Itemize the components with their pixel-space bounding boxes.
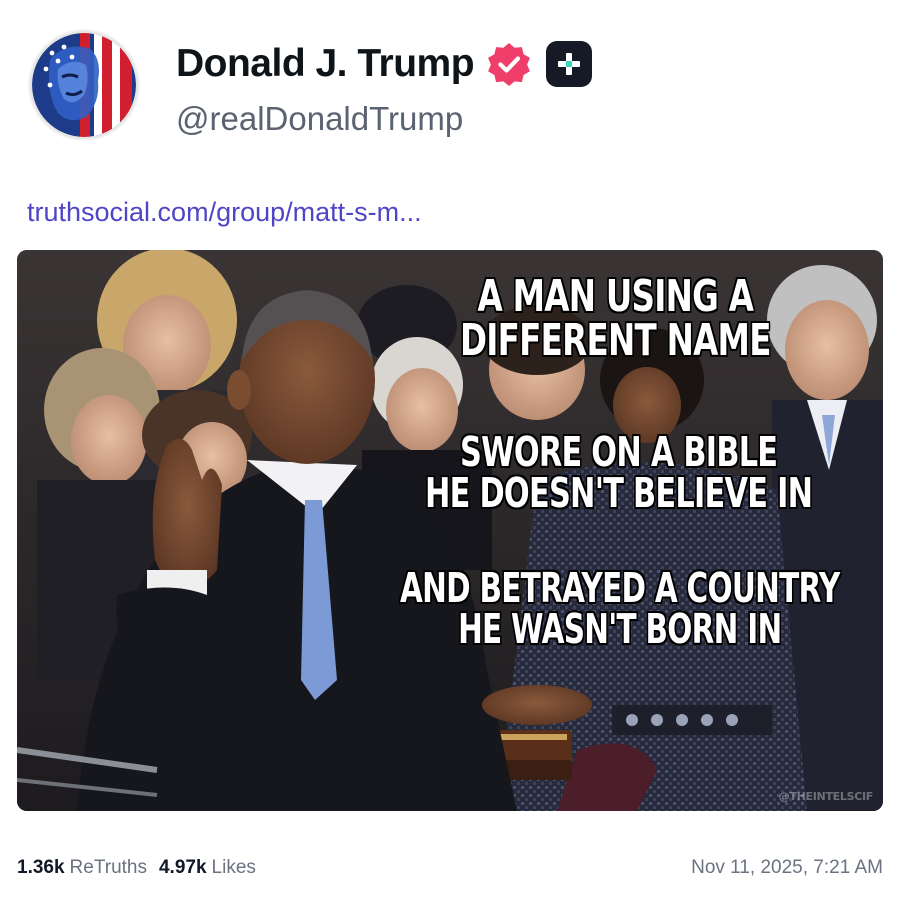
post-timestamp[interactable]: Nov 11, 2025, 7:21 AM bbox=[691, 857, 883, 879]
meme-caption-3-line-2: HE WASN'T BORN IN bbox=[458, 605, 782, 653]
retruths-label: ReTruths bbox=[69, 857, 147, 878]
truth-plus-icon bbox=[546, 41, 593, 87]
meme-caption-1-line-1: A MAN USING A bbox=[477, 271, 754, 322]
likes-stat[interactable]: 4.97k Likes bbox=[159, 857, 256, 879]
meme-caption-2-line-1: SWORE ON A BIBLE bbox=[459, 428, 778, 476]
truth-post: Donald J. Trump @realDonaldTrump truthso… bbox=[0, 0, 900, 900]
avatar[interactable] bbox=[28, 29, 140, 141]
image-watermark: @THEINTELSCIF bbox=[778, 790, 874, 803]
retruths-count: 1.36k bbox=[17, 857, 65, 878]
verified-badge-icon bbox=[488, 43, 530, 86]
meme-caption-1-line-2: DIFFERENT NAME bbox=[460, 315, 771, 366]
author-name-row: Donald J. Trump bbox=[176, 40, 593, 88]
meme-caption-3-line-1: AND BETRAYED A COUNTRY bbox=[400, 564, 840, 612]
display-name[interactable]: Donald J. Trump bbox=[176, 42, 475, 86]
post-image[interactable]: A MAN USING A DIFFERENT NAME SWORE ON A … bbox=[17, 250, 883, 811]
likes-count: 4.97k bbox=[158, 857, 207, 878]
avatar-image bbox=[28, 29, 140, 141]
meme-caption-2: SWORE ON A BIBLE HE DOESN'T BELIEVE IN bbox=[425, 428, 813, 517]
meme-caption-1: A MAN USING A DIFFERENT NAME bbox=[460, 275, 771, 363]
meme-caption-3: AND BETRAYED A COUNTRY HE WASN'T BORN IN bbox=[400, 568, 840, 650]
post-stats: 1.36k ReTruths 4.97k Likes bbox=[17, 857, 256, 879]
meme-caption-2-line-2: HE DOESN'T BELIEVE IN bbox=[425, 469, 813, 517]
post-link[interactable]: truthsocial.com/group/matt-s-m... bbox=[27, 197, 422, 228]
likes-label: Likes bbox=[211, 857, 256, 878]
author-handle[interactable]: @realDonaldTrump bbox=[176, 100, 463, 138]
retruths-stat[interactable]: 1.36k ReTruths bbox=[17, 857, 147, 879]
